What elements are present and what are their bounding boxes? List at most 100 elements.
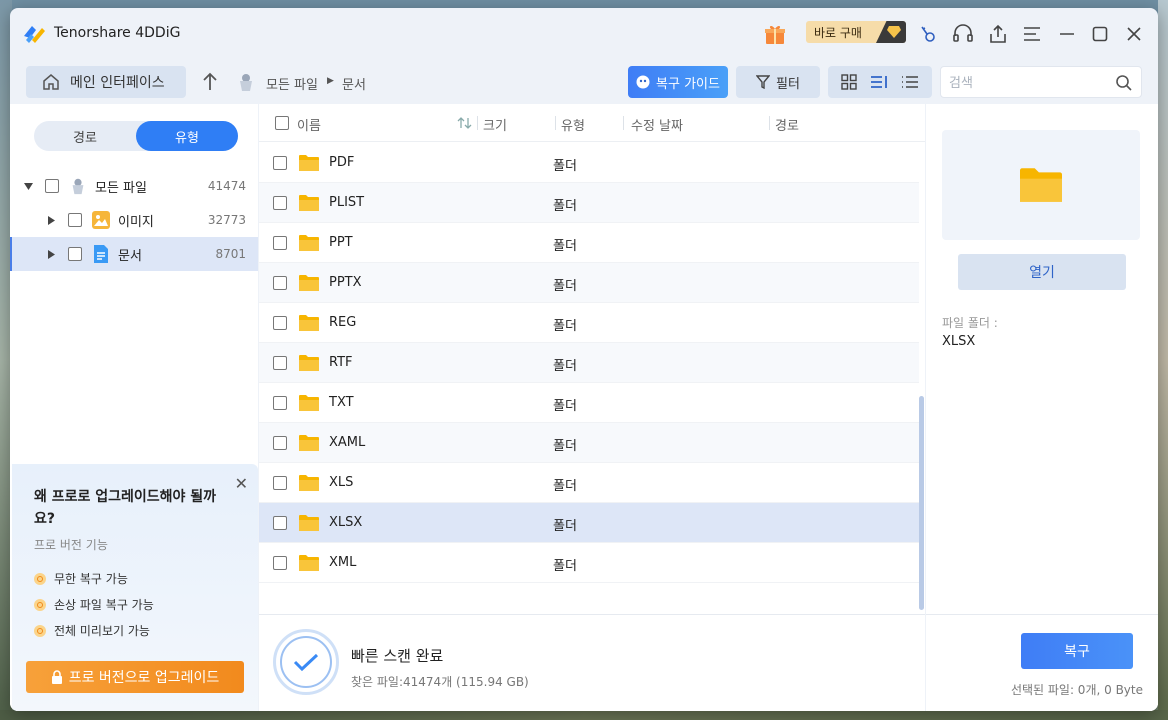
folder-icon (1020, 168, 1062, 202)
share-icon[interactable] (986, 22, 1010, 46)
row-checkbox[interactable] (273, 396, 287, 410)
table-row[interactable]: PLIST 폴더 (259, 183, 919, 223)
all-files-checkbox[interactable] (45, 179, 59, 193)
row-checkbox[interactable] (273, 276, 287, 290)
menu-icon[interactable] (1020, 22, 1044, 46)
search-input[interactable] (949, 73, 1109, 93)
headset-icon[interactable] (951, 22, 975, 46)
table-row[interactable]: XAML 폴더 (259, 423, 919, 463)
table-row[interactable]: REG 폴더 (259, 303, 919, 343)
row-name: REG (329, 315, 357, 330)
breadcrumb-root[interactable]: 모든 파일 (266, 74, 318, 93)
sidebar: 경로 유형 모든 파일 41474 이미지 32773 문서 8701 ✕ 왜 … (10, 104, 258, 711)
filter-button[interactable]: 필터 (736, 66, 820, 98)
maximize-icon[interactable] (1088, 22, 1112, 46)
caret-down-icon[interactable] (23, 181, 33, 191)
table-row[interactable]: PPTX 폴더 (259, 263, 919, 303)
buy-now-button[interactable]: 바로 구매 (806, 21, 906, 43)
folder-icon (299, 515, 319, 531)
column-header-name[interactable]: 이름 (297, 115, 321, 134)
column-header-modified[interactable]: 수정 날짜 (631, 115, 683, 134)
document-icon (94, 245, 108, 263)
tree-item-label: 이미지 (118, 214, 154, 230)
key-icon[interactable] (916, 22, 940, 46)
folder-icon (299, 475, 319, 491)
row-checkbox[interactable] (273, 316, 287, 330)
gift-icon[interactable] (763, 22, 787, 46)
filter-label: 필터 (776, 76, 800, 92)
upgrade-pro-button[interactable]: 프로 버전으로 업그레이드 (26, 661, 244, 693)
row-checkbox[interactable] (273, 156, 287, 170)
breadcrumb-separator-icon: ▶ (327, 76, 334, 86)
search-icon[interactable] (1115, 74, 1133, 92)
folder-icon (299, 155, 319, 171)
row-type: 폴더 (553, 479, 577, 494)
row-name: PPT (329, 235, 353, 250)
table-row[interactable]: XML 폴더 (259, 543, 919, 583)
main-interface-label: 메인 인터페이스 (70, 75, 165, 91)
promo-subtitle: 프로 버전 기능 (34, 538, 108, 552)
select-all-checkbox[interactable] (275, 116, 289, 130)
scan-complete-badge (273, 629, 339, 695)
caret-right-icon[interactable] (46, 215, 56, 225)
detail-view-icon[interactable] (870, 74, 888, 90)
tab-path[interactable]: 경로 (34, 121, 136, 151)
row-checkbox[interactable] (273, 196, 287, 210)
column-divider (623, 116, 624, 130)
row-type: 폴더 (553, 559, 577, 574)
up-arrow-icon[interactable] (200, 70, 220, 94)
tree-item-documents[interactable]: 문서 8701 (10, 237, 258, 271)
row-checkbox[interactable] (273, 236, 287, 250)
search-box (940, 66, 1142, 98)
app-title: Tenorshare 4DDiG (54, 25, 181, 41)
row-checkbox[interactable] (273, 356, 287, 370)
row-checkbox[interactable] (273, 436, 287, 450)
table-row-selected[interactable]: XLSX 폴더 (259, 503, 919, 543)
caret-right-icon[interactable] (46, 249, 56, 259)
row-type: 폴더 (553, 359, 577, 374)
app-window: Tenorshare 4DDiG 바로 구매 메인 인터페이스 모든 파일 ▶ … (10, 8, 1158, 711)
documents-checkbox[interactable] (68, 247, 82, 261)
row-type: 폴더 (553, 199, 577, 214)
folder-icon (299, 435, 319, 451)
column-header-type[interactable]: 유형 (561, 115, 585, 134)
close-icon[interactable] (1122, 22, 1146, 46)
toolbar: 메인 인터페이스 모든 파일 ▶ 문서 복구 가이드 필터 (10, 58, 1158, 104)
tab-type[interactable]: 유형 (136, 121, 238, 151)
recover-button[interactable]: 복구 (1021, 633, 1133, 669)
table-row[interactable]: XLS 폴더 (259, 463, 919, 503)
desktop-background-bottom (0, 710, 1168, 720)
column-header-path[interactable]: 경로 (775, 115, 799, 134)
tree-item-images[interactable]: 이미지 32773 (10, 203, 258, 237)
images-checkbox[interactable] (68, 213, 82, 227)
tree-item-all-files[interactable]: 모든 파일 41474 (10, 169, 258, 203)
breadcrumb-current[interactable]: 문서 (342, 74, 366, 93)
open-button[interactable]: 열기 (958, 254, 1126, 290)
row-name: PDF (329, 155, 355, 170)
column-header-size[interactable]: 크기 (483, 115, 507, 134)
table-row[interactable]: RTF 폴더 (259, 343, 919, 383)
table-row[interactable]: PPT 폴더 (259, 223, 919, 263)
row-type: 폴더 (553, 319, 577, 334)
list-view-icon[interactable] (901, 74, 919, 90)
list-scrollbar[interactable] (919, 396, 924, 610)
folder-icon (299, 235, 319, 251)
row-type: 폴더 (553, 279, 577, 294)
row-checkbox[interactable] (273, 476, 287, 490)
all-files-icon (72, 178, 84, 195)
tree-item-label: 문서 (118, 248, 142, 264)
table-row[interactable]: PDF 폴더 (259, 143, 919, 183)
recovery-guide-button[interactable]: 복구 가이드 (628, 66, 728, 98)
main-interface-button[interactable]: 메인 인터페이스 (26, 66, 186, 98)
table-row[interactable]: TXT 폴더 (259, 383, 919, 423)
promo-close-icon[interactable]: ✕ (235, 474, 248, 493)
minimize-icon[interactable] (1055, 22, 1079, 46)
sort-icon[interactable] (457, 116, 473, 130)
column-divider (555, 116, 556, 130)
row-checkbox[interactable] (273, 556, 287, 570)
grid-view-icon[interactable] (840, 74, 857, 90)
row-checkbox[interactable] (273, 516, 287, 530)
row-name: PPTX (329, 275, 362, 290)
column-divider (769, 116, 770, 130)
home-icon (43, 74, 59, 90)
